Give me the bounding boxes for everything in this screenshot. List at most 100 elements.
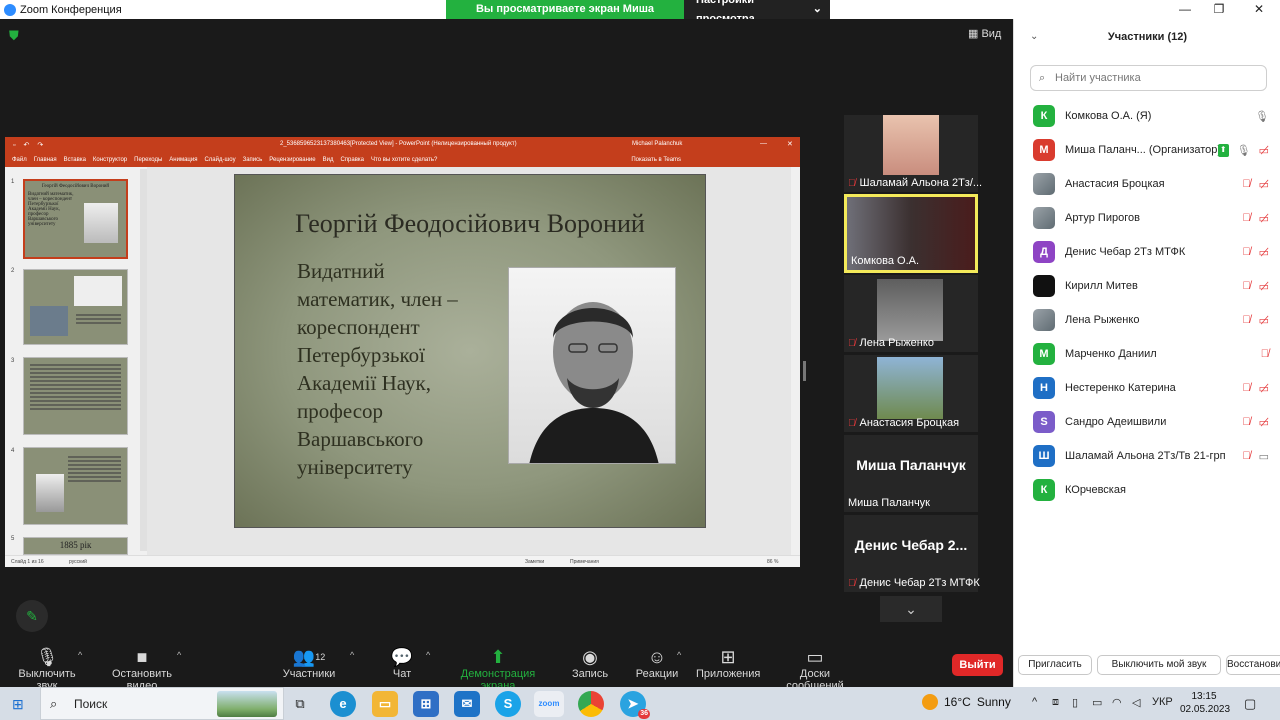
chat-button[interactable]: 💬 Чат [385, 646, 419, 680]
ppt-search-tell-me[interactable]: Что вы хотите сделать? [371, 157, 437, 163]
muted-mic-icon[interactable]: 🎙̸ [1242, 246, 1250, 259]
system-clock[interactable]: 13:15 02.05.2023 [1180, 690, 1230, 716]
restore-button[interactable]: Восстановить [1226, 655, 1280, 675]
participants-caret[interactable]: ^ [350, 650, 354, 660]
mute-me-button[interactable]: Выключить мой звук [1097, 655, 1221, 675]
video-off-icon[interactable]: ▭̸ [1259, 178, 1269, 191]
apps-button[interactable]: ⊞ Приложения [696, 646, 760, 680]
splitter-handle[interactable] [803, 361, 806, 381]
ppt-tab[interactable]: Запись [243, 157, 263, 163]
bluetooth-icon[interactable]: ▯ [1072, 696, 1078, 709]
participant-row[interactable]: Артур Пирогов 🎙̸ ▭̸ [1014, 201, 1280, 235]
participant-row[interactable]: Н Нестеренко Катерина 🎙̸ ▭̸ [1014, 371, 1280, 405]
comments-button[interactable]: Примечания [570, 559, 599, 565]
slide-thumbnail-2[interactable] [23, 269, 128, 345]
participant-row[interactable]: К Комкова О.А. (Я) 🎙 [1014, 99, 1280, 133]
video-tile[interactable]: Денис Чебар 2... 🎙̸ Денис Чебар 2Тз МТФК [844, 515, 980, 592]
view-options-button[interactable]: Настройки просмотра⌄ [684, 0, 830, 25]
mic-icon[interactable]: 🎙 [1237, 144, 1251, 157]
participant-row[interactable]: S Сандро Адеишвили 🎙̸ ▭̸ [1014, 405, 1280, 439]
chat-caret[interactable]: ^ [426, 650, 430, 660]
muted-mic-icon[interactable]: 🎙̸ [1242, 212, 1250, 225]
video-off-icon[interactable]: ▭̸ [1259, 246, 1269, 259]
video-tile[interactable]: 🎙̸ Шаламай Альона 2Тз/... [844, 115, 982, 192]
participant-row[interactable]: Ш Шаламай Альона 2Тз/Тв 21-грп 🎙̸ ▭ [1014, 439, 1280, 473]
mute-button[interactable]: 🎙 Выключить звук [8, 646, 86, 692]
participant-row[interactable]: Д Денис Чебар 2Тз МТФК 🎙̸ ▭̸ [1014, 235, 1280, 269]
muted-mic-icon[interactable]: 🎙̸ [1261, 348, 1269, 360]
video-off-icon[interactable]: ▭̸ [1259, 416, 1269, 429]
windows-start-icon[interactable]: ⊞ [12, 696, 24, 713]
volume-icon[interactable]: ◁ [1132, 696, 1140, 709]
ppt-minimize-icon[interactable]: — [760, 140, 767, 147]
wifi-icon[interactable]: ◠ [1112, 696, 1122, 709]
stop-video-button[interactable]: ■ Остановить видео [97, 646, 187, 692]
annotate-button[interactable]: ✎ [16, 600, 48, 632]
participant-row[interactable]: М Марченко Даниил 🎙̸ [1014, 337, 1280, 371]
muted-mic-icon[interactable]: 🎙̸ [1242, 280, 1250, 293]
slide-thumbnail-3[interactable] [23, 357, 128, 435]
whiteboards-button[interactable]: ▭ Доски сообщений [770, 646, 860, 692]
reactions-button[interactable]: ☺ Реакции [634, 646, 680, 680]
participant-row[interactable]: М Миша Паланч... (Организатор) ⬆ 🎙 ▭̸ [1014, 133, 1280, 167]
view-button[interactable]: ▦ Вид [968, 27, 1001, 40]
weather-widget[interactable]: 16°C Sunny [922, 694, 1011, 710]
notifications-icon[interactable]: ▢ [1244, 696, 1256, 712]
participant-search-input[interactable]: ⌕ Найти участника [1030, 65, 1267, 91]
ppt-tab[interactable]: Справка [340, 157, 364, 163]
slide-thumbnail-5[interactable]: 1885 рік [23, 537, 128, 555]
skype-icon[interactable]: S [495, 691, 521, 717]
undo-icon[interactable]: ↶ [23, 141, 29, 149]
video-options-caret[interactable]: ^ [177, 650, 181, 660]
video-off-icon[interactable]: ▭̸ [1259, 382, 1269, 395]
reactions-caret[interactable]: ^ [677, 650, 681, 660]
slide-thumbnail-4[interactable] [23, 447, 128, 525]
mic-icon[interactable]: 🎙 [1255, 110, 1269, 123]
slide-thumbnail-1[interactable]: Георгій Феодосійович Вороний Видатний ма… [23, 179, 128, 259]
chrome-icon[interactable] [578, 691, 604, 717]
maximize-button[interactable]: ❐ [1201, 0, 1237, 19]
input-language[interactable]: УКР [1152, 696, 1173, 708]
video-tile[interactable]: 🎙̸ Анастасия Броцкая [844, 355, 978, 432]
participant-row[interactable]: К КОрчевская [1014, 473, 1280, 507]
taskbar-search[interactable]: ⌕ Поиск [40, 687, 284, 720]
invite-button[interactable]: Пригласить [1018, 655, 1092, 675]
ppt-tab[interactable]: Рецензирование [269, 157, 315, 163]
video-off-icon[interactable]: ▭̸ [1259, 212, 1269, 225]
ppt-tab[interactable]: Главная [34, 157, 57, 163]
slide-scrollbar[interactable] [791, 167, 800, 555]
file-explorer-icon[interactable]: ▭ [372, 691, 398, 717]
thumbnail-scrollbar[interactable] [140, 169, 147, 551]
audio-options-caret[interactable]: ^ [78, 650, 82, 660]
gallery-scroll-down-button[interactable]: ⌄ [880, 596, 942, 622]
telegram-icon[interactable]: ➤ 36 [620, 691, 650, 719]
record-button[interactable]: ◉ Запись [570, 646, 610, 680]
ppt-tab[interactable]: Вставка [64, 157, 86, 163]
ppt-tab[interactable]: Файл [12, 157, 27, 163]
edge-browser-icon[interactable]: e [330, 691, 356, 717]
share-screen-button[interactable]: ⬆ Демонстрация экрана [444, 646, 552, 692]
ppt-close-icon[interactable]: ✕ [787, 140, 793, 148]
muted-mic-icon[interactable]: 🎙̸ [1242, 178, 1250, 191]
ppt-tab[interactable]: Анимация [169, 157, 197, 163]
ppt-tab[interactable]: Вид [323, 157, 334, 163]
ppt-share-teams[interactable]: Показать в Teams [631, 157, 681, 163]
video-tile[interactable]: Миша Паланчук Миша Паланчук [844, 435, 978, 512]
participant-row[interactable]: Анастасия Броцкая 🎙̸ ▭̸ [1014, 167, 1280, 201]
battery-icon[interactable]: ▭ [1092, 696, 1102, 709]
participant-row[interactable]: Кирилл Митев 🎙̸ ▭̸ [1014, 269, 1280, 303]
video-tile-active-speaker[interactable]: Комкова О.А. [844, 194, 978, 273]
video-off-icon[interactable]: ▭̸ [1259, 314, 1269, 327]
ppt-tab[interactable]: Слайд-шоу [204, 157, 235, 163]
minimize-button[interactable]: — [1167, 0, 1203, 19]
muted-mic-icon[interactable]: 🎙̸ [1242, 382, 1250, 395]
muted-mic-icon[interactable]: 🎙̸ [1242, 416, 1250, 429]
ppt-tab[interactable]: Переходы [134, 157, 162, 163]
notes-button[interactable]: Заметки [525, 559, 544, 565]
muted-mic-icon[interactable]: 🎙̸ [1242, 314, 1250, 327]
close-button[interactable]: ✕ [1241, 0, 1277, 19]
task-view-icon[interactable]: ⧉ [287, 691, 313, 717]
microsoft-store-icon[interactable]: ⊞ [413, 691, 439, 717]
video-off-icon[interactable]: ▭̸ [1259, 280, 1269, 293]
ppt-tab[interactable]: Конструктор [93, 157, 127, 163]
